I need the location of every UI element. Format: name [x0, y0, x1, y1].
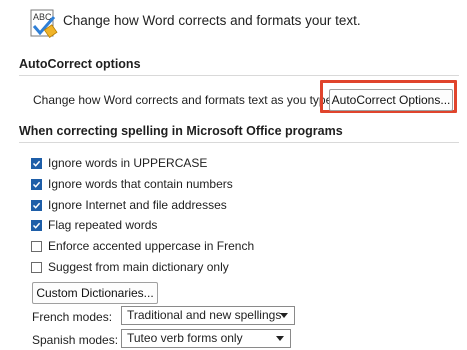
checkbox[interactable]	[31, 240, 42, 252]
checkbox[interactable]	[31, 199, 42, 211]
checkbox[interactable]	[31, 178, 42, 190]
option-enforce-accented-uppercase[interactable]: Enforce accented uppercase in French	[31, 238, 254, 254]
option-label: Suggest from main dictionary only	[48, 260, 229, 274]
option-label: Ignore Internet and file addresses	[48, 198, 227, 212]
section-divider	[19, 142, 459, 143]
autocorrect-options-button[interactable]: AutoCorrect Options...	[329, 89, 453, 111]
option-flag-repeated-words[interactable]: Flag repeated words	[31, 217, 157, 233]
option-main-dictionary-only[interactable]: Suggest from main dictionary only	[31, 259, 229, 275]
dropdown-arrow-icon	[280, 313, 288, 318]
custom-dictionaries-button[interactable]: Custom Dictionaries...	[32, 282, 158, 304]
autocorrect-description: Change how Word corrects and formats tex…	[33, 93, 336, 107]
french-modes-select[interactable]: Traditional and new spellings	[121, 306, 295, 325]
checkbox[interactable]	[31, 219, 42, 231]
spelling-section-title: When correcting spelling in Microsoft Of…	[19, 124, 343, 138]
option-ignore-uppercase[interactable]: Ignore words in UPPERCASE	[31, 155, 207, 171]
option-label: Ignore words that contain numbers	[48, 177, 233, 191]
option-ignore-internet-addresses[interactable]: Ignore Internet and file addresses	[31, 197, 227, 213]
checkbox[interactable]	[31, 261, 42, 273]
option-ignore-numbers[interactable]: Ignore words that contain numbers	[31, 176, 233, 192]
option-label: Enforce accented uppercase in French	[48, 239, 255, 253]
section-divider	[19, 75, 459, 76]
autocorrect-section-title: AutoCorrect options	[19, 57, 141, 71]
spanish-modes-value: Tuteo verb forms only	[127, 331, 243, 345]
header-description: Change how Word corrects and formats you…	[63, 13, 361, 28]
dropdown-arrow-icon	[276, 336, 284, 341]
french-modes-label: French modes:	[32, 310, 113, 324]
checkbox[interactable]	[31, 157, 42, 169]
abc-spellcheck-icon: ABC	[30, 9, 58, 39]
option-label: Ignore words in UPPERCASE	[48, 156, 208, 170]
french-modes-value: Traditional and new spellings	[127, 308, 282, 322]
spanish-modes-select[interactable]: Tuteo verb forms only	[121, 329, 291, 348]
option-label: Flag repeated words	[48, 218, 158, 232]
spanish-modes-label: Spanish modes:	[32, 333, 119, 347]
